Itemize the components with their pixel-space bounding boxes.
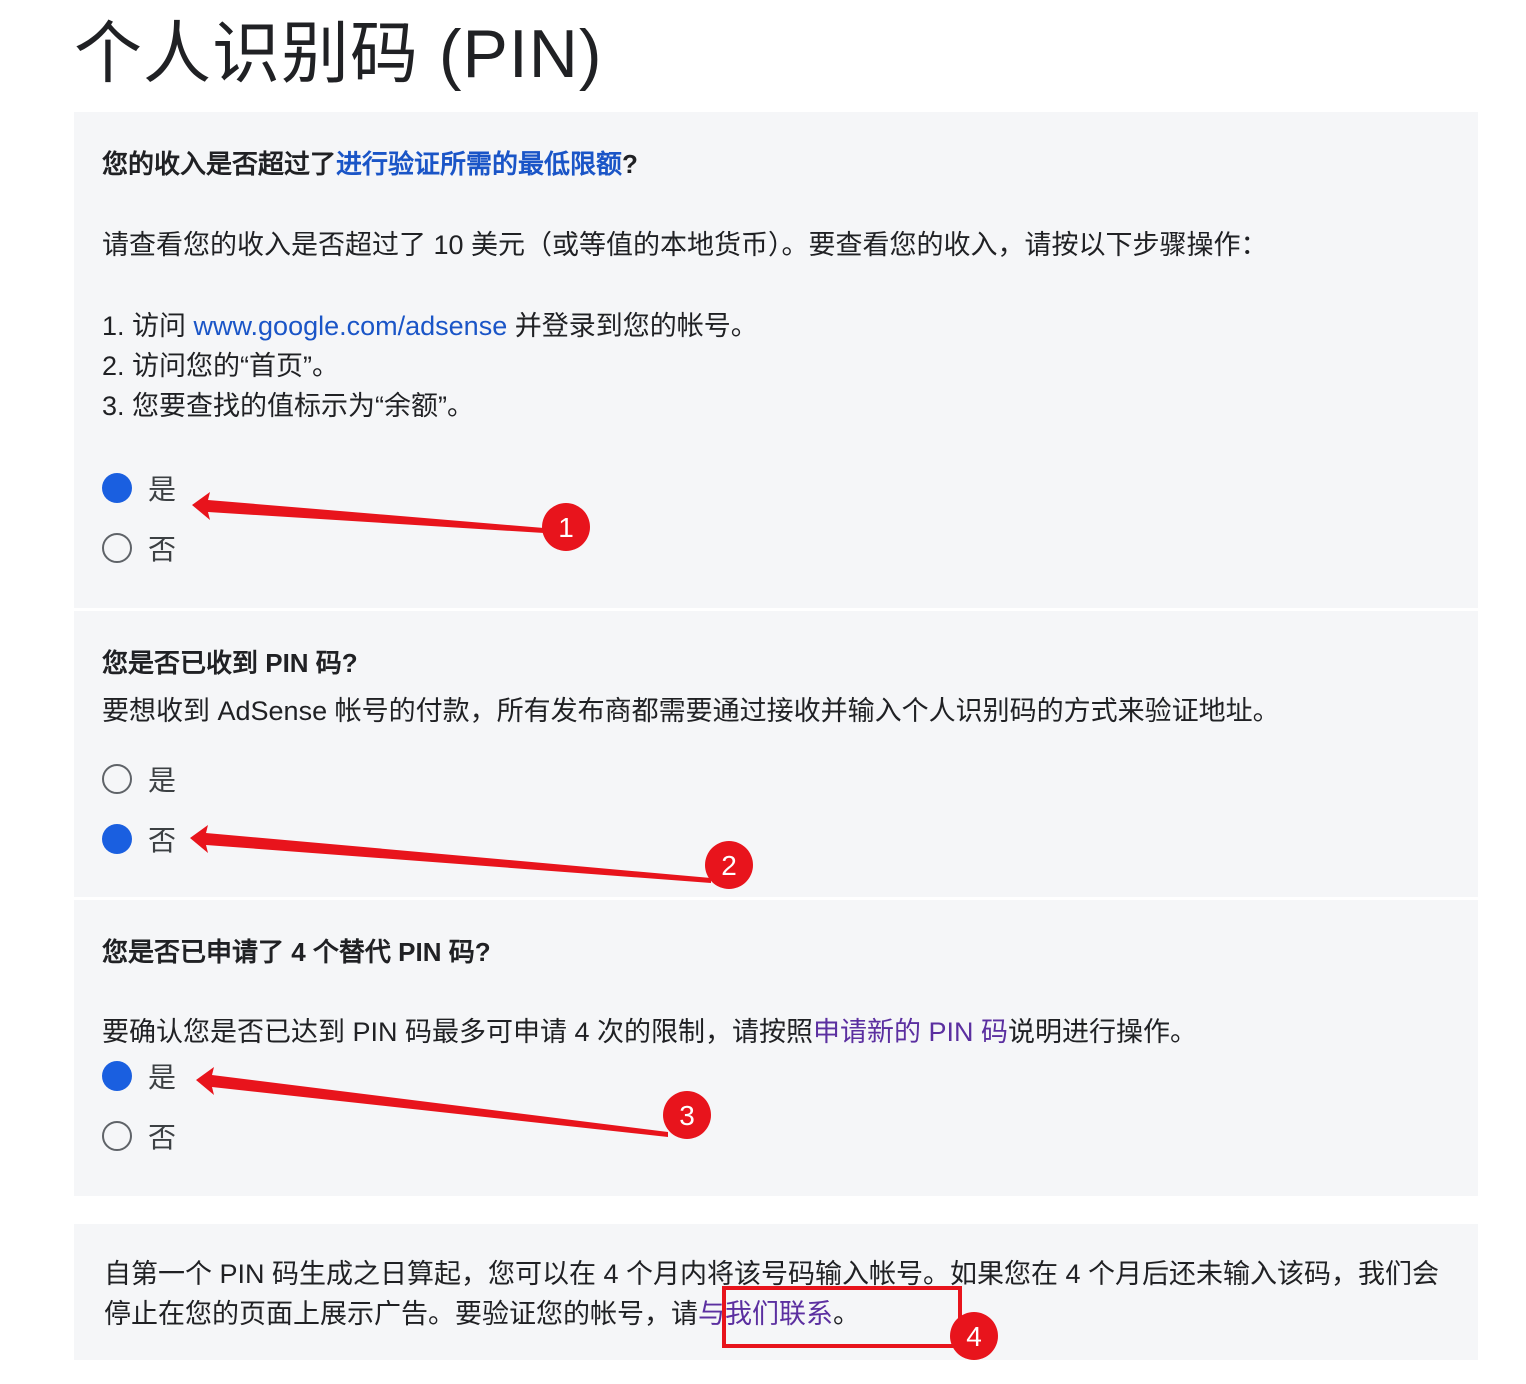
radio-option-yes[interactable]: 是	[102, 468, 176, 508]
radio-option-no[interactable]: 否	[102, 1116, 176, 1156]
radio-selected-icon[interactable]	[102, 473, 132, 503]
step-2: 2. 访问您的“首页”。	[102, 351, 340, 381]
question-title-earnings: 您的收入是否超过了进行验证所需的最低限额?	[102, 149, 638, 179]
request-new-pin-link[interactable]: 申请新的 PIN 码	[813, 1017, 1008, 1047]
step-1: 1. 访问 www.google.com/adsense 并登录到您的帐号。	[102, 311, 758, 341]
result-card: 自第一个 PIN 码生成之日算起，您可以在 4 个月内将该号码输入帐号。如果您在…	[74, 1224, 1478, 1360]
radio-option-yes[interactable]: 是	[102, 1056, 176, 1096]
radio-label-no: 否	[148, 1122, 177, 1153]
question-card-replacement-pins: 您是否已申请了 4 个替代 PIN 码? 要确认您是否已达到 PIN 码最多可申…	[74, 900, 1478, 1196]
result-text: 自第一个 PIN 码生成之日算起，您可以在 4 个月内将该号码输入帐号。如果您在…	[104, 1259, 1440, 1329]
question-card-earnings: 您的收入是否超过了进行验证所需的最低限额? 请查看您的收入是否超过了 10 美元…	[74, 112, 1478, 608]
radio-unselected-icon[interactable]	[102, 533, 132, 563]
contact-us-link[interactable]: 与我们联系	[698, 1299, 833, 1329]
radio-unselected-icon[interactable]	[102, 764, 132, 794]
radio-option-no[interactable]: 否	[102, 819, 176, 859]
adsense-url-link[interactable]: www.google.com/adsense	[194, 311, 508, 341]
radio-unselected-icon[interactable]	[102, 1121, 132, 1151]
radio-option-yes[interactable]: 是	[102, 759, 176, 799]
replacement-pins-description: 要确认您是否已达到 PIN 码最多可申请 4 次的限制，请按照申请新的 PIN …	[102, 1017, 1198, 1047]
question-title-pin-received: 您是否已收到 PIN 码?	[102, 648, 358, 678]
question-card-pin-received: 您是否已收到 PIN 码? 要想收到 AdSense 帐号的付款，所有发布商都需…	[74, 611, 1478, 897]
radio-option-no[interactable]: 否	[102, 528, 176, 568]
radio-label-no: 否	[148, 534, 177, 565]
radio-selected-icon[interactable]	[102, 824, 132, 854]
earnings-intro-text: 请查看您的收入是否超过了 10 美元（或等值的本地货币）。要查看您的收入，请按以…	[102, 230, 1268, 260]
page-title: 个人识别码 (PIN)	[74, 16, 603, 92]
minimum-threshold-link[interactable]: 进行验证所需的最低限额	[336, 149, 622, 179]
radio-label-yes: 是	[148, 765, 177, 796]
radio-label-no: 否	[148, 825, 177, 856]
radio-selected-icon[interactable]	[102, 1061, 132, 1091]
question-title-replacement-pins: 您是否已申请了 4 个替代 PIN 码?	[102, 937, 491, 967]
pin-received-description: 要想收到 AdSense 帐号的付款，所有发布商都需要通过接收并输入个人识别码的…	[102, 696, 1280, 726]
radio-label-yes: 是	[148, 474, 177, 505]
radio-label-yes: 是	[148, 1062, 177, 1093]
step-3: 3. 您要查找的值标示为“余额”。	[102, 391, 475, 421]
